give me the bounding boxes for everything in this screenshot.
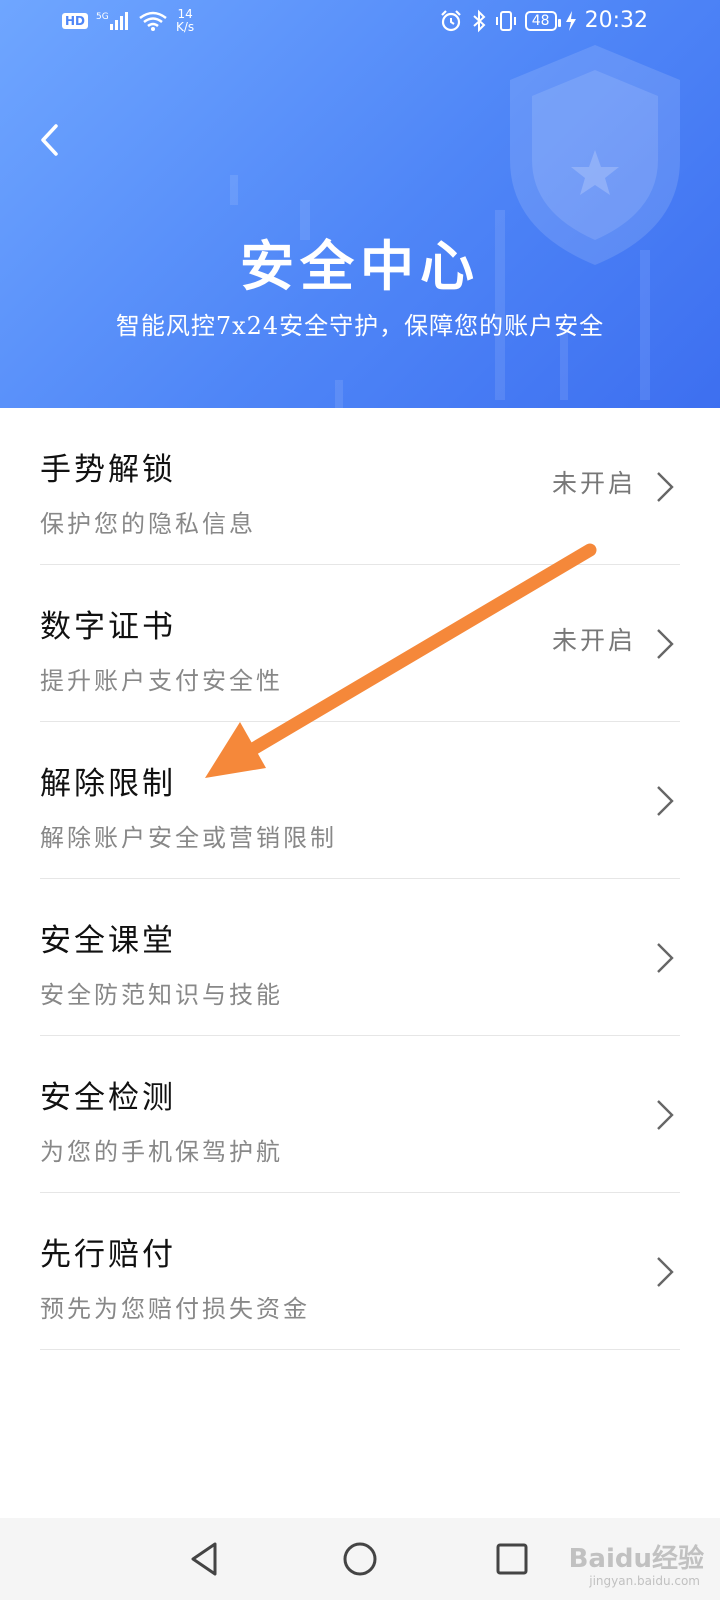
nav-back-icon[interactable] xyxy=(183,1536,229,1582)
status-left: HD 5G 14 K/s xyxy=(62,8,194,34)
clock: 20:32 xyxy=(584,8,648,33)
menu-item-subtitle: 解除账户安全或营销限制 xyxy=(40,824,337,852)
decorative-bar xyxy=(230,175,238,205)
menu-item-subtitle: 保护您的隐私信息 xyxy=(40,510,256,538)
menu-item-subtitle: 为您的手机保驾护航 xyxy=(40,1138,283,1166)
menu-item-remove-restrictions[interactable]: 解除限制 解除账户安全或营销限制 xyxy=(40,722,680,879)
chevron-right-icon xyxy=(657,786,674,816)
menu-item-title: 先行赔付 xyxy=(40,1237,176,1273)
system-navigation-bar: Baidu经验 jingyan.baidu.com xyxy=(0,1518,720,1600)
menu-item-subtitle: 提升账户支付安全性 xyxy=(40,667,283,695)
menu-item-digital-certificate[interactable]: 数字证书 提升账户支付安全性 未开启 xyxy=(40,565,680,722)
page-subtitle: 智能风控7x24安全守护，保障您的账户安全 xyxy=(115,312,605,340)
menu-item-title: 解除限制 xyxy=(40,766,176,802)
vibrate-icon xyxy=(495,10,516,31)
menu-item-title: 安全课堂 xyxy=(40,923,176,959)
network-speed-unit: K/s xyxy=(176,20,195,34)
status-bar: HD 5G 14 K/s 48 20:32 xyxy=(0,0,720,48)
charging-icon xyxy=(565,10,576,31)
network-type: 5G xyxy=(96,12,109,22)
menu-item-security-classroom[interactable]: 安全课堂 安全防范知识与技能 xyxy=(40,879,680,1036)
wifi-icon xyxy=(139,11,167,31)
decorative-bar xyxy=(335,380,343,408)
menu-item-advance-compensation[interactable]: 先行赔付 预先为您赔付损失资金 xyxy=(40,1193,680,1350)
page-title: 安全中心 xyxy=(240,234,480,298)
menu-item-title: 安全检测 xyxy=(40,1080,176,1116)
menu-item-status: 未开启 xyxy=(551,469,636,498)
hd-badge: HD xyxy=(62,13,89,29)
status-right: 48 20:32 xyxy=(439,8,648,33)
watermark-brand: Baidu经验 xyxy=(568,1544,704,1574)
menu-item-gesture-unlock[interactable]: 手势解锁 保护您的隐私信息 未开启 xyxy=(40,408,680,565)
menu-item-status: 未开启 xyxy=(551,626,636,655)
watermark-url: jingyan.baidu.com xyxy=(589,1574,700,1588)
menu-item-subtitle: 安全防范知识与技能 xyxy=(40,981,283,1009)
menu-item-security-check[interactable]: 安全检测 为您的手机保驾护航 xyxy=(40,1036,680,1193)
header-banner: HD 5G 14 K/s 48 20:32 安全中心 智能风控7x24安全守护，… xyxy=(0,0,720,408)
menu-item-subtitle: 预先为您赔付损失资金 xyxy=(40,1295,310,1323)
menu-item-title: 数字证书 xyxy=(40,609,176,645)
chevron-right-icon xyxy=(657,1257,674,1287)
chevron-right-icon xyxy=(657,943,674,973)
chevron-right-icon xyxy=(657,629,674,659)
chevron-right-icon xyxy=(657,1100,674,1130)
cellular-signal-icon: 5G xyxy=(96,12,129,30)
battery-indicator: 48 xyxy=(524,10,561,31)
nav-home-icon[interactable] xyxy=(337,1536,383,1582)
nav-recents-icon[interactable] xyxy=(489,1536,535,1582)
network-speed: 14 K/s xyxy=(176,8,194,34)
alarm-icon xyxy=(440,9,461,31)
back-arrow-icon[interactable] xyxy=(32,118,72,162)
security-menu-list: 手势解锁 保护您的隐私信息 未开启 数字证书 提升账户支付安全性 未开启 解除限… xyxy=(40,408,680,1350)
menu-item-title: 手势解锁 xyxy=(40,452,176,488)
bluetooth-icon xyxy=(473,9,486,32)
chevron-right-icon xyxy=(657,472,674,502)
